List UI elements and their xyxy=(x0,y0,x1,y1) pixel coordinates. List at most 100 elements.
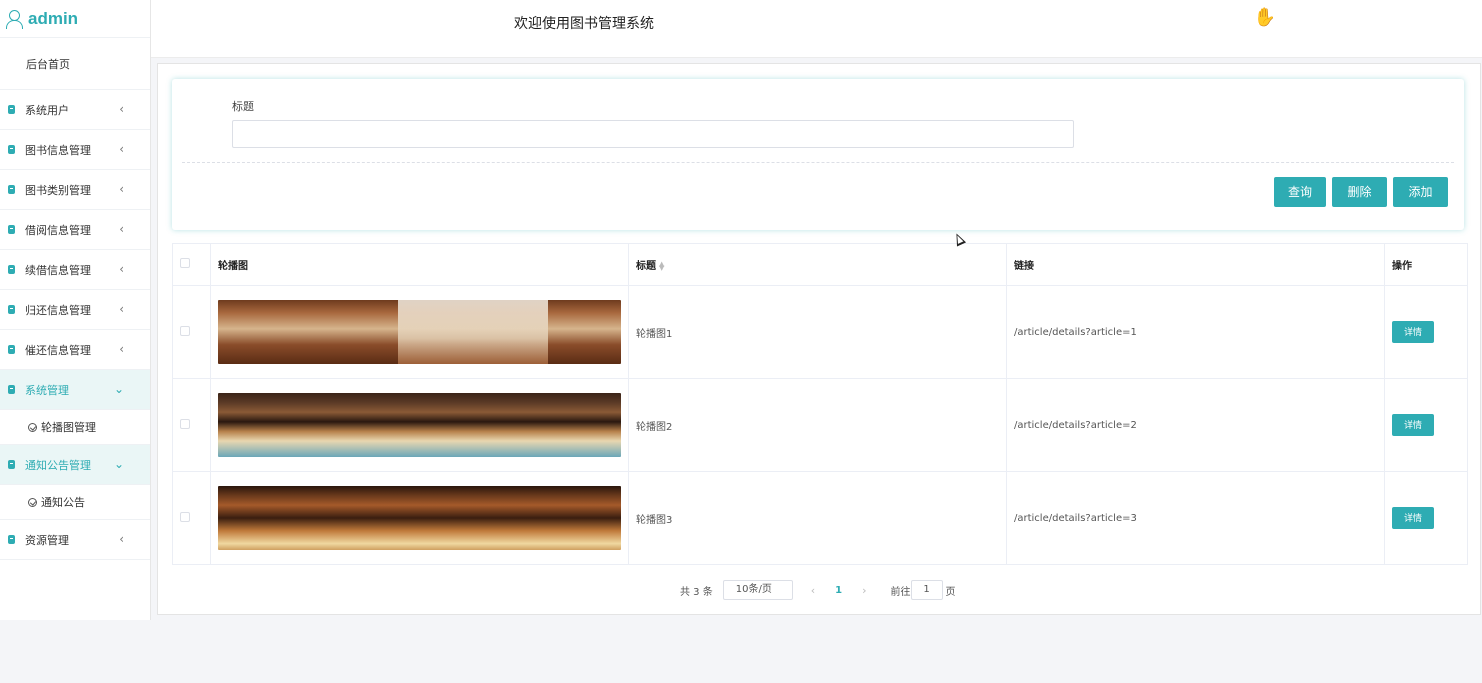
menu-icon xyxy=(8,225,15,234)
goto-unit: 页 xyxy=(945,586,956,598)
current-page[interactable]: 1 xyxy=(835,585,842,596)
sort-icon[interactable]: ▲ ▼ xyxy=(659,261,664,272)
menu-icon xyxy=(8,105,15,114)
details-button[interactable]: 详情 xyxy=(1392,507,1434,529)
menu-icon xyxy=(8,265,15,274)
table-row: 轮播图1 /article/details?article=1 详情 xyxy=(172,285,1468,379)
sidebar-item-book-info[interactable]: 图书信息管理 ‹ xyxy=(0,130,150,170)
chevron-left-icon: ‹ xyxy=(119,182,124,196)
col-header-image: 轮播图 xyxy=(210,243,629,286)
sidebar-subitem-notice[interactable]: 通知公告 xyxy=(0,485,150,520)
next-page-icon[interactable]: › xyxy=(862,584,866,597)
sidebar-item-system-users[interactable]: 系统用户 ‹ xyxy=(0,90,150,130)
sidebar-item-label: 归还信息管理 xyxy=(25,303,91,317)
menu-icon xyxy=(8,535,15,544)
chevron-down-icon: ⌄ xyxy=(113,457,124,471)
table-row: 轮播图3 /article/details?article=3 详情 xyxy=(172,471,1468,565)
chevron-left-icon: ‹ xyxy=(119,142,124,156)
sidebar-item-system-management[interactable]: 系统管理 ⌄ xyxy=(0,370,150,410)
add-button[interactable]: 添加 xyxy=(1393,177,1448,207)
carousel-image xyxy=(218,393,621,457)
col-header-title-label: 标题 xyxy=(636,261,656,272)
sidebar-item-label: 系统用户 xyxy=(25,103,69,117)
sidebar-item-label: 系统管理 xyxy=(25,383,69,397)
check-circle-icon xyxy=(28,422,37,432)
row-select-cell xyxy=(172,471,211,565)
action-cell: 详情 xyxy=(1384,285,1468,379)
sidebar-item-renew-info[interactable]: 续借信息管理 ‹ xyxy=(0,250,150,290)
sidebar-item-label: 催还信息管理 xyxy=(25,343,91,357)
chevron-down-icon: ⌄ xyxy=(113,382,124,396)
sidebar-item-borrow-info[interactable]: 借阅信息管理 ‹ xyxy=(0,210,150,250)
prev-page-icon[interactable]: ‹ xyxy=(811,584,815,597)
sidebar-subitem-carousel[interactable]: 轮播图管理 xyxy=(0,410,150,445)
divider xyxy=(182,162,1454,163)
search-form: 标题 查询 删除 添加 xyxy=(172,79,1464,230)
menu-icon xyxy=(8,345,15,354)
chevron-left-icon: ‹ xyxy=(119,302,124,316)
chevron-left-icon: ‹ xyxy=(119,532,124,546)
sidebar-item-label: 通知公告管理 xyxy=(25,458,91,472)
details-button[interactable]: 详情 xyxy=(1392,321,1434,343)
sidebar-subitem-label: 通知公告 xyxy=(41,496,85,509)
sidebar-item-book-category[interactable]: 图书类别管理 ‹ xyxy=(0,170,150,210)
col-header-title[interactable]: 标题 ▲ ▼ xyxy=(628,243,1007,286)
row-checkbox[interactable] xyxy=(180,511,190,522)
table-row: 轮播图2 /article/details?article=2 详情 xyxy=(172,378,1468,472)
details-button[interactable]: 详情 xyxy=(1392,414,1434,436)
carousel-table: 轮播图 标题 ▲ ▼ 链接 操作 轮播图1 /article/details?art… xyxy=(172,243,1468,565)
chevron-left-icon: ‹ xyxy=(119,222,124,236)
page-title: 欢迎使用图书管理系统 xyxy=(514,16,654,32)
row-checkbox[interactable] xyxy=(180,418,190,429)
menu-icon xyxy=(8,185,15,194)
sidebar-item-label: 图书类别管理 xyxy=(25,183,91,197)
action-cell: 详情 xyxy=(1384,378,1468,472)
chevron-left-icon: ‹ xyxy=(119,102,124,116)
admin-username: admin xyxy=(28,8,79,28)
action-cell: 详情 xyxy=(1384,471,1468,565)
image-cell xyxy=(210,471,629,565)
sidebar-item-home[interactable]: 后台首页 xyxy=(0,38,150,90)
select-all-cell xyxy=(172,243,211,286)
row-checkbox[interactable] xyxy=(180,325,190,336)
col-header-action: 操作 xyxy=(1384,243,1468,286)
select-all-checkbox[interactable] xyxy=(180,258,190,268)
title-cell: 轮播图3 xyxy=(628,471,1007,565)
image-cell xyxy=(210,285,629,379)
link-cell: /article/details?article=2 xyxy=(1006,378,1385,472)
chevron-left-icon: ‹ xyxy=(119,342,124,356)
row-select-cell xyxy=(172,378,211,472)
sidebar-item-reminder-info[interactable]: 催还信息管理 ‹ xyxy=(0,330,150,370)
page-size-select[interactable]: 10条/页 xyxy=(722,580,793,600)
main-panel: 标题 查询 删除 添加 轮播图 标题 ▲ ▼ 链接 操作 轮播图1 /article… xyxy=(157,63,1481,615)
title-search-input[interactable] xyxy=(232,120,1074,148)
user-icon xyxy=(6,9,23,29)
sidebar-item-label: 借阅信息管理 xyxy=(25,223,91,237)
link-cell: /article/details?article=3 xyxy=(1006,471,1385,565)
row-select-cell xyxy=(172,285,211,379)
sidebar-item-return-info[interactable]: 归还信息管理 ‹ xyxy=(0,290,150,330)
title-cell: 轮播图2 xyxy=(628,378,1007,472)
sidebar-item-label: 续借信息管理 xyxy=(25,263,91,277)
check-circle-icon xyxy=(28,497,37,507)
goto-label: 前往 xyxy=(890,586,911,598)
menu-icon xyxy=(8,460,15,469)
carousel-image xyxy=(218,486,621,550)
sidebar-item-label: 资源管理 xyxy=(25,533,69,547)
top-header: 欢迎使用图书管理系统 ✋ xyxy=(151,0,1482,58)
menu-icon xyxy=(8,305,15,314)
delete-button[interactable]: 删除 xyxy=(1332,177,1387,207)
sidebar-item-resource-management[interactable]: 资源管理 ‹ xyxy=(0,520,150,560)
avatar[interactable]: ✋ xyxy=(1251,6,1279,32)
sidebar: admin 后台首页 系统用户 ‹ 图书信息管理 ‹ 图书类别管理 ‹ 借阅信息… xyxy=(0,0,151,620)
goto-page-input[interactable]: 1 xyxy=(910,580,943,600)
link-cell: /article/details?article=1 xyxy=(1006,285,1385,379)
title-cell: 轮播图1 xyxy=(628,285,1007,379)
total-count: 共 3 条 xyxy=(680,586,713,598)
col-header-link: 链接 xyxy=(1006,243,1385,286)
sidebar-item-notice-management[interactable]: 通知公告管理 ⌄ xyxy=(0,445,150,485)
query-button[interactable]: 查询 xyxy=(1274,177,1326,207)
table-header-row: 轮播图 标题 ▲ ▼ 链接 操作 xyxy=(172,243,1468,286)
sidebar-subitem-label: 轮播图管理 xyxy=(41,421,96,434)
pagination: 共 3 条 10条/页 ‹ 1 › 前往 1 页 xyxy=(680,580,956,600)
